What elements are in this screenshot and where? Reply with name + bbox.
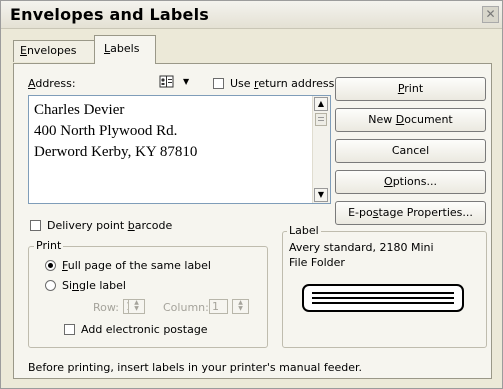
close-icon[interactable]: ✕	[482, 6, 499, 23]
cancel-button[interactable]: Cancel	[335, 139, 486, 163]
add-electronic-postage-checkbox[interactable]	[64, 324, 75, 335]
column-spinner[interactable]: ▲ ▼	[232, 299, 249, 314]
label-group-title: Label	[287, 224, 321, 237]
dialog-title: Envelopes and Labels	[10, 5, 209, 24]
address-scrollbar[interactable]: ▲ ▼	[312, 96, 330, 203]
print-button[interactable]: Print	[335, 77, 486, 101]
row-label: Row:	[93, 301, 119, 314]
scroll-thumb[interactable]	[315, 113, 327, 126]
single-label-label: Single label	[62, 279, 126, 292]
envelopes-and-labels-dialog: Envelopes and Labels ✕ Envelopes Labels …	[0, 0, 503, 389]
tab-envelopes[interactable]: Envelopes	[13, 40, 95, 62]
full-page-radio[interactable]	[45, 260, 56, 271]
add-electronic-postage-label: Add electronic postage	[81, 323, 208, 336]
full-page-label: Full page of the same label	[62, 259, 211, 272]
use-return-address-label: Use return address	[230, 77, 335, 90]
title-bar: Envelopes and Labels ✕	[1, 1, 502, 29]
address-label: Address:	[28, 77, 76, 90]
scroll-up-icon[interactable]: ▲	[314, 97, 328, 111]
status-text: Before printing, insert labels in your p…	[28, 361, 363, 374]
label-product-name: Avery standard, 2180 Mini	[289, 241, 434, 254]
use-return-address-checkbox[interactable]	[213, 78, 224, 89]
column-input[interactable]: 1	[209, 299, 228, 314]
e-postage-properties-button[interactable]: E-postage Properties...	[335, 201, 486, 225]
column-label: Column:	[163, 301, 209, 314]
address-text: Charles Devier 400 North Plywood Rd. Der…	[34, 102, 198, 160]
print-group-title: Print	[34, 239, 64, 252]
address-textarea[interactable]: Charles Devier 400 North Plywood Rd. Der…	[28, 95, 331, 204]
delivery-point-barcode-label: Delivery point barcode	[47, 219, 173, 232]
row-spinner[interactable]: ▲ ▼	[128, 299, 145, 314]
single-label-radio[interactable]	[45, 280, 56, 291]
label-product-type: File Folder	[289, 256, 345, 269]
new-document-button[interactable]: New Document	[335, 108, 486, 132]
tab-labels[interactable]: Labels	[94, 35, 156, 64]
delivery-point-barcode-checkbox[interactable]	[30, 220, 41, 231]
chevron-down-icon[interactable]: ▼	[183, 77, 189, 86]
label-preview	[302, 284, 464, 312]
options-button[interactable]: Options...	[335, 170, 486, 194]
scroll-down-icon[interactable]: ▼	[314, 188, 328, 202]
address-book-icon[interactable]	[159, 75, 175, 89]
